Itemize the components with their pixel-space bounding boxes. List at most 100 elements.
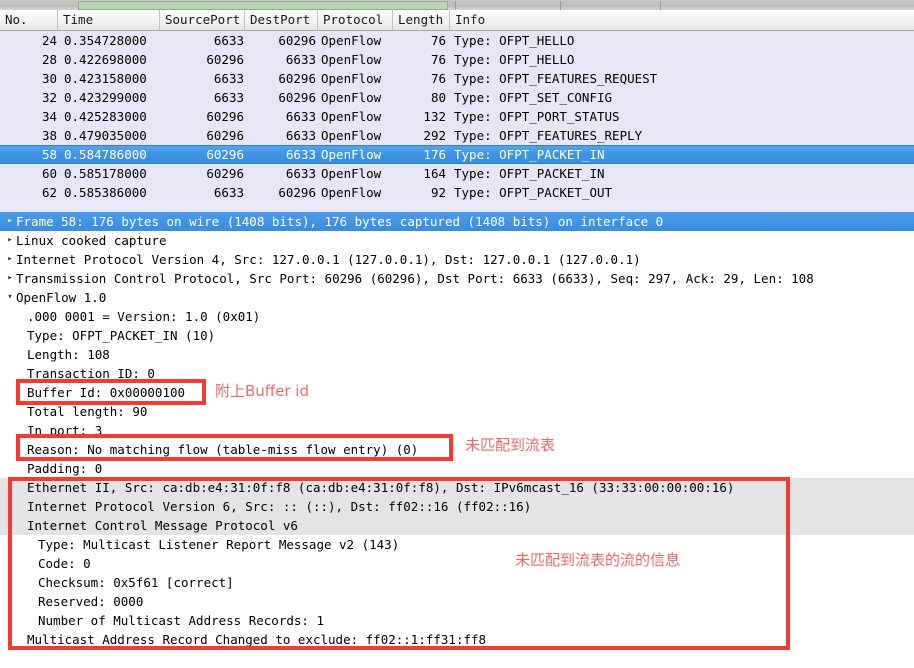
detail-tree-label: Type: OFPT_PACKET_IN (10)	[27, 328, 216, 343]
packet-time: 0.422698000	[64, 52, 147, 67]
detail-tree-row[interactable]: Transaction ID: 0	[0, 364, 914, 383]
packet-sourceport: 6633	[213, 71, 244, 86]
detail-tree-row[interactable]: ▸ Multicast Address Record Changed to exc…	[0, 630, 914, 649]
detail-tree-row[interactable]: Reason: No matching flow (table-miss flo…	[0, 440, 914, 459]
column-header-protocol[interactable]: Protocol	[318, 10, 393, 30]
column-header-info[interactable]: Info	[450, 10, 914, 30]
packet-list-row[interactable]: 32 0.423299000 6633 60296 OpenFlow 80 Type: OF…	[0, 88, 914, 107]
detail-tree-label: Number of Multicast Address Records: 1	[38, 613, 324, 628]
detail-tree-label: OpenFlow 1.0	[16, 290, 107, 305]
packet-no: 60	[41, 166, 57, 181]
detail-tree-row[interactable]: In port: 3	[0, 421, 914, 440]
chevron-right-icon[interactable]: ▸	[4, 212, 16, 231]
detail-tree-row[interactable]: ▸ Ethernet II, Src: ca:db:e4:31:0f:f8 (ca…	[0, 478, 914, 497]
chevron-right-icon[interactable]: ▸	[4, 231, 16, 250]
detail-tree-label: Internet Protocol Version 4, Src: 127.0.…	[16, 252, 641, 267]
chevron-right-icon[interactable]: ▸	[4, 269, 16, 288]
packet-length: 92	[430, 185, 446, 200]
packet-list[interactable]: 24 0.354728000 6633 60296 OpenFlow 76 Type: OF…	[0, 31, 914, 212]
detail-tree-label: Transmission Control Protocol, Src Port:…	[16, 271, 814, 286]
column-header-no[interactable]: No.	[0, 10, 58, 30]
packet-info: Type: OFPT_SET_CONFIG	[454, 90, 613, 105]
detail-tree-row[interactable]: Number of Multicast Address Records: 1	[0, 611, 914, 630]
packet-time: 0.425283000	[64, 109, 147, 124]
detail-tree-label: Checksum: 0x5f61 [correct]	[38, 575, 234, 590]
detail-tree-row[interactable]: Checksum: 0x5f61 [correct]	[0, 573, 914, 592]
packet-list-row[interactable]: 62 0.585386000 6633 60296 OpenFlow 92 Type: OF…	[0, 183, 914, 202]
column-header-destport[interactable]: DestPort	[245, 10, 318, 30]
detail-tree-label: Reserved: 0000	[38, 594, 144, 609]
packet-destport: 60296	[278, 185, 316, 200]
chevron-down-icon[interactable]: ▾	[4, 288, 16, 307]
packet-list-row[interactable]: 60 0.585178000 60296 6633 OpenFlow 164 Type: O…	[0, 164, 914, 183]
packet-no: 32	[41, 90, 57, 105]
packet-destport: 6633	[285, 166, 316, 181]
detail-tree-row[interactable]: Buffer Id: 0x00000100	[0, 383, 914, 402]
annotation-note: 未匹配到流表的流的信息	[515, 551, 681, 569]
packet-list-row[interactable]: 24 0.354728000 6633 60296 OpenFlow 76 Type: OF…	[0, 31, 914, 50]
detail-tree-row[interactable]: Reserved: 0000	[0, 592, 914, 611]
packet-destport: 60296	[278, 71, 316, 86]
packet-time: 0.585386000	[64, 185, 147, 200]
detail-tree-row[interactable]: Padding: 0	[0, 459, 914, 478]
packet-time: 0.423158000	[64, 71, 147, 86]
filter-clear-button[interactable]	[560, 1, 561, 10]
column-header-length[interactable]: Length	[393, 10, 450, 30]
detail-tree-label: Linux cooked capture	[16, 233, 167, 248]
annotation-note: 未匹配到流表	[465, 436, 556, 454]
packet-length: 176	[423, 147, 446, 162]
packet-info: Type: OFPT_PORT_STATUS	[454, 109, 620, 124]
packet-info: Type: OFPT_FEATURES_REQUEST	[454, 71, 658, 86]
packet-sourceport: 6633	[213, 90, 244, 105]
packet-destport: 6633	[285, 128, 316, 143]
packet-protocol: OpenFlow	[321, 33, 382, 48]
packet-protocol: OpenFlow	[321, 128, 382, 143]
packet-list-row[interactable]: 38 0.479035000 60296 6633 OpenFlow 292 Type: O…	[0, 126, 914, 145]
detail-tree-row[interactable]: Type: OFPT_PACKET_IN (10)	[0, 326, 914, 345]
packet-list-header: No. Time SourcePort DestPort Protocol Le…	[0, 10, 914, 31]
chevron-right-icon[interactable]: ▸	[4, 630, 16, 649]
packet-length: 292	[423, 128, 446, 143]
packet-protocol: OpenFlow	[321, 71, 382, 86]
detail-tree-row[interactable]: Type: Multicast Listener Report Message …	[0, 535, 914, 554]
detail-tree-row[interactable]: ▸ Internet Protocol Version 4, Src: 127.0…	[0, 250, 914, 269]
filter-apply-button[interactable]	[660, 1, 661, 10]
detail-tree-label: Frame 58: 176 bytes on wire (1408 bits),…	[16, 214, 664, 229]
packet-info: Type: OFPT_PACKET_IN	[454, 147, 605, 162]
detail-tree-label: .000 0001 = Version: 1.0 (0x01)	[27, 309, 261, 324]
packet-length: 80	[430, 90, 446, 105]
detail-tree-row[interactable]: ▾ Internet Control Message Protocol v6	[0, 516, 914, 535]
detail-tree-row[interactable]: ▸ Transmission Control Protocol, Src Port…	[0, 269, 914, 288]
chevron-down-icon[interactable]: ▾	[4, 516, 16, 535]
column-header-sourceport[interactable]: SourcePort	[160, 10, 245, 30]
chevron-right-icon[interactable]: ▸	[4, 497, 16, 516]
packet-time: 0.354728000	[64, 33, 147, 48]
packet-no: 34	[41, 109, 57, 124]
packet-list-row[interactable]: 30 0.423158000 6633 60296 OpenFlow 76 Type: OF…	[0, 69, 914, 88]
packet-list-row[interactable]: 34 0.425283000 60296 6633 OpenFlow 132 Type: O…	[0, 107, 914, 126]
detail-tree-row[interactable]: ▾ OpenFlow 1.0	[0, 288, 914, 307]
column-header-time[interactable]: Time	[58, 10, 160, 30]
detail-tree-row[interactable]: Length: 108	[0, 345, 914, 364]
packet-sourceport: 60296	[206, 52, 244, 67]
detail-tree-label: Ethernet II, Src: ca:db:e4:31:0f:f8 (ca:…	[27, 480, 735, 495]
detail-tree-row[interactable]: ▸ Internet Protocol Version 6, Src: :: (:…	[0, 497, 914, 516]
packet-destport: 60296	[278, 33, 316, 48]
chevron-right-icon[interactable]: ▸	[4, 250, 16, 269]
display-filter-input[interactable]	[78, 1, 448, 10]
packet-length: 132	[423, 109, 446, 124]
detail-tree-row[interactable]: .000 0001 = Version: 1.0 (0x01)	[0, 307, 914, 326]
packet-list-row[interactable]: 28 0.422698000 60296 6633 OpenFlow 76 Type: OF…	[0, 50, 914, 69]
detail-tree-label: In port: 3	[27, 423, 103, 438]
packet-detail-pane[interactable]: ▸ Frame 58: 176 bytes on wire (1408 bits)…	[0, 212, 914, 668]
detail-tree-row[interactable]: ▸ Frame 58: 176 bytes on wire (1408 bits)…	[0, 212, 914, 231]
filter-expression-button[interactable]	[455, 1, 456, 10]
detail-tree-row[interactable]: Code: 0	[0, 554, 914, 573]
chevron-right-icon[interactable]: ▸	[4, 478, 16, 497]
detail-tree-row[interactable]: Total length: 90	[0, 402, 914, 421]
detail-tree-row[interactable]: ▸ Linux cooked capture	[0, 231, 914, 250]
packet-list-row[interactable]: 58 0.584786000 60296 6633 OpenFlow 176 Type: O…	[0, 145, 914, 164]
packet-no: 58	[41, 147, 57, 162]
packet-protocol: OpenFlow	[321, 166, 382, 181]
packet-no: 62	[41, 185, 57, 200]
